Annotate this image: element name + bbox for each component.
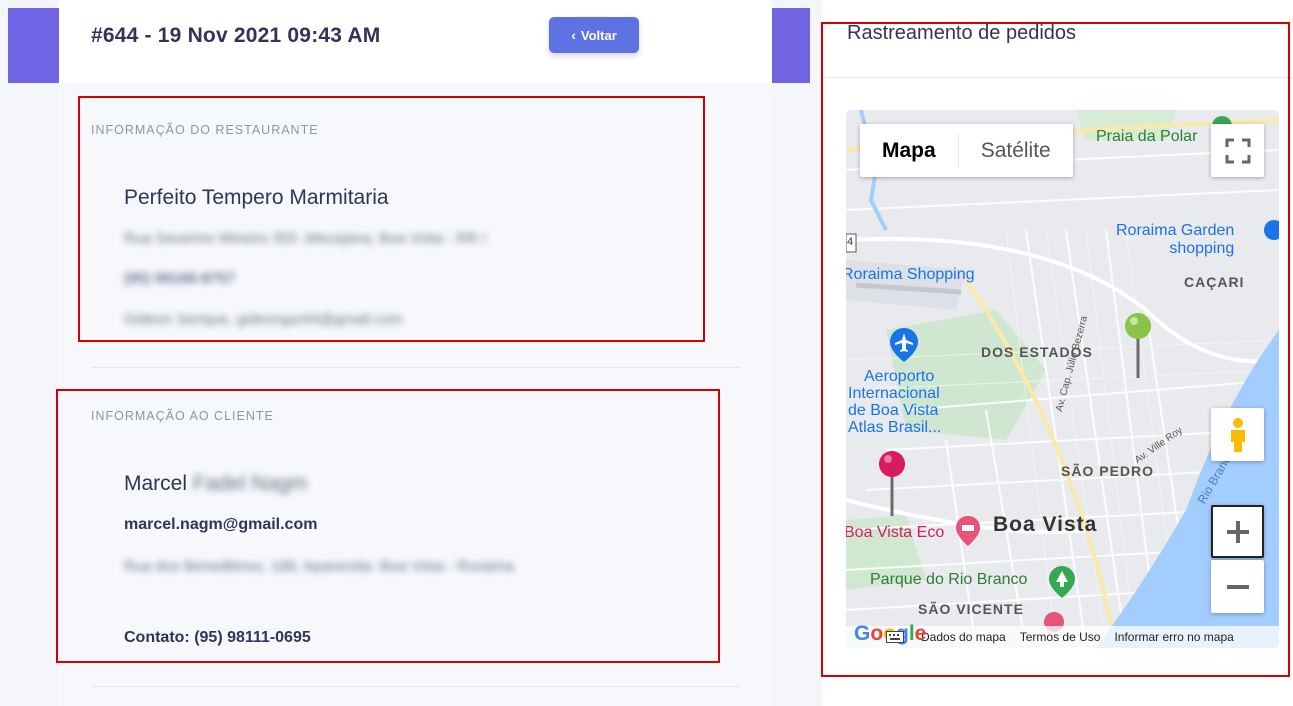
annotation-box-client bbox=[56, 389, 720, 663]
annotation-box-tracking bbox=[821, 22, 1290, 677]
back-button[interactable]: ‹ Voltar bbox=[549, 17, 639, 53]
back-button-label: Voltar bbox=[580, 27, 617, 43]
order-title: #644 - 19 Nov 2021 09:43 AM bbox=[91, 24, 381, 47]
section-divider-bottom bbox=[91, 686, 741, 687]
page: #644 - 19 Nov 2021 09:43 AM ‹ Voltar INF… bbox=[0, 0, 1293, 706]
chevron-left-icon: ‹ bbox=[571, 27, 576, 43]
annotation-box-restaurant bbox=[78, 96, 705, 342]
header-accent-left bbox=[8, 8, 59, 83]
header-accent-middle bbox=[772, 8, 810, 83]
order-header: #644 - 19 Nov 2021 09:43 AM ‹ Voltar bbox=[59, 0, 772, 83]
section-divider bbox=[91, 367, 741, 368]
